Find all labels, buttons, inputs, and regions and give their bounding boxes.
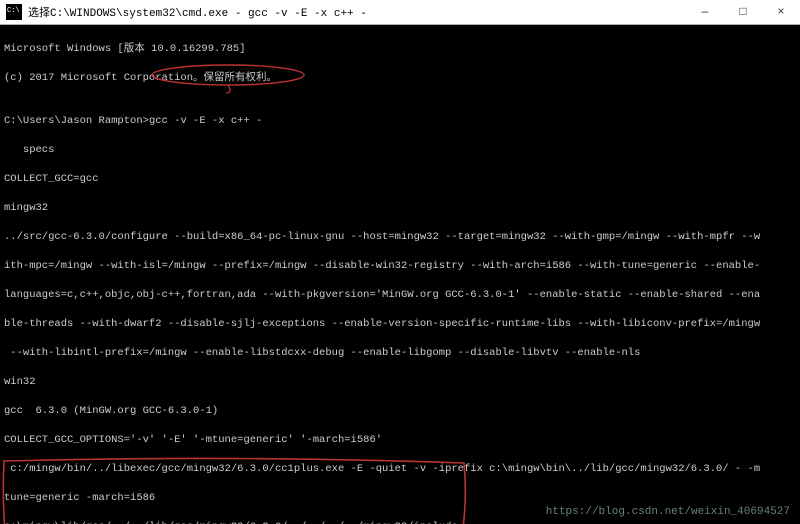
window-controls: — □ × [686, 0, 800, 24]
output-line: tune=generic -march=i586 [4, 491, 796, 506]
output-line: COLLECT_GCC_OPTIONS='-v' '-E' '-mtune=ge… [4, 433, 796, 448]
cmd-icon [6, 4, 22, 20]
version-line: Microsoft Windows [版本 10.0.16299.785] [4, 42, 796, 57]
minimize-button[interactable]: — [686, 0, 724, 24]
typed-command: gcc -v -E -x c++ - [149, 115, 262, 127]
output-line: --with-libintl-prefix=/mingw --enable-li… [4, 346, 796, 361]
window-titlebar: 选择C:\WINDOWS\system32\cmd.exe - gcc -v -… [0, 0, 800, 25]
output-line: ith-mpc=/mingw --with-isl=/mingw --prefi… [4, 259, 796, 274]
output-line: ble-threads --with-dwarf2 --disable-sjlj… [4, 317, 796, 332]
prompt: C:\Users\Jason Rampton> [4, 115, 149, 127]
output-line: COLLECT_GCC=gcc [4, 172, 796, 187]
output-line: c:/mingw/bin/../libexec/gcc/mingw32/6.3.… [4, 462, 796, 477]
window-title: 选择C:\WINDOWS\system32\cmd.exe - gcc -v -… [28, 4, 686, 20]
copyright-line: (c) 2017 Microsoft Corporation。保留所有权利。 [4, 71, 796, 86]
output-line: c:\mingw\lib/gcc/../../lib/gcc/mingw32/6… [4, 520, 796, 524]
output-line: ../src/gcc-6.3.0/configure --build=x86_6… [4, 230, 796, 245]
output-line: specs [4, 143, 796, 158]
output-line: gcc 6.3.0 (MinGW.org GCC-6.3.0-1) [4, 404, 796, 419]
output-line: mingw32 [4, 201, 796, 216]
output-line: win32 [4, 375, 796, 390]
maximize-button[interactable]: □ [724, 0, 762, 24]
prompt-line: C:\Users\Jason Rampton>gcc -v -E -x c++ … [4, 114, 796, 129]
terminal-output[interactable]: Microsoft Windows [版本 10.0.16299.785] (c… [0, 25, 800, 524]
watermark-text: https://blog.csdn.net/weixin_40694527 [546, 506, 790, 518]
output-line: languages=c,c++,objc,obj-c++,fortran,ada… [4, 288, 796, 303]
close-button[interactable]: × [762, 0, 800, 24]
